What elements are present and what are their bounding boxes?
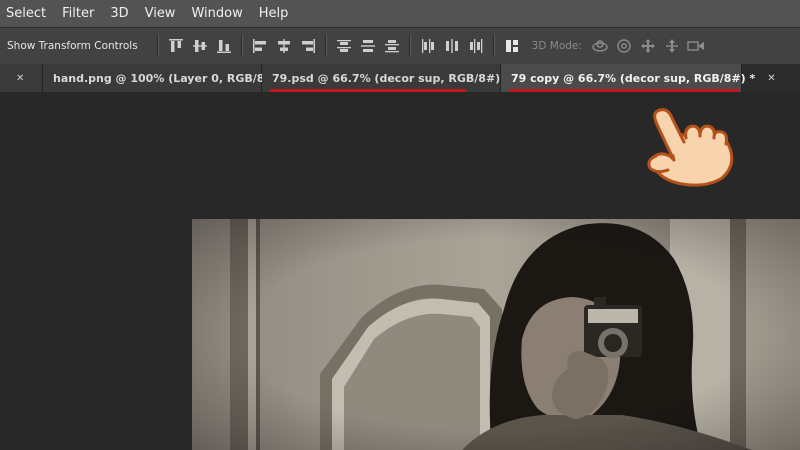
align-horizontal-centers-icon[interactable] <box>273 35 295 57</box>
document-image <box>192 219 800 450</box>
slide-3d-icon[interactable] <box>661 35 683 57</box>
show-transform-controls-label[interactable]: Show Transform Controls <box>7 40 138 52</box>
orbit-3d-icon[interactable] <box>589 35 611 57</box>
align-bottom-edges-icon[interactable] <box>213 35 235 57</box>
tab-label: 79 copy @ 66.7% (decor sup, RGB/8#) * <box>511 71 756 85</box>
vintage-photo-portrait <box>192 219 800 450</box>
align-left-edges-icon[interactable] <box>249 35 271 57</box>
close-icon[interactable]: ✕ <box>767 73 775 84</box>
divider <box>240 35 243 57</box>
distribute-top-edges-icon[interactable] <box>333 35 355 57</box>
divider <box>156 35 159 57</box>
menu-view[interactable]: View <box>137 6 184 21</box>
distribute-left-edges-icon[interactable] <box>417 35 439 57</box>
tab-previous-document[interactable]: ✕ <box>0 64 43 92</box>
tab-label: 79.psd @ 66.7% (decor sup, RGB/8#) * <box>272 71 510 85</box>
roll-3d-icon[interactable] <box>613 35 635 57</box>
scale-3d-icon[interactable] <box>685 35 707 57</box>
menu-select[interactable]: Select <box>0 6 54 21</box>
menu-filter[interactable]: Filter <box>54 6 102 21</box>
distribute-bottom-edges-icon[interactable] <box>381 35 403 57</box>
distribute-horizontal-centers-icon[interactable] <box>441 35 463 57</box>
tab-79-psd[interactable]: 79.psd @ 66.7% (decor sup, RGB/8#) * ✕ <box>262 64 530 92</box>
tab-79-copy[interactable]: 79 copy @ 66.7% (decor sup, RGB/8#) * ✕ <box>501 64 776 92</box>
menu-bar: Select Filter 3D View Window Help <box>0 0 800 27</box>
divider <box>408 35 411 57</box>
pan-3d-icon[interactable] <box>637 35 659 57</box>
options-bar: Show Transform Controls 3D Mode: <box>0 27 800 65</box>
distribute-right-edges-icon[interactable] <box>465 35 487 57</box>
3d-mode-label: 3D Mode: <box>531 40 582 52</box>
align-right-edges-icon[interactable] <box>297 35 319 57</box>
close-icon[interactable]: ✕ <box>16 73 24 84</box>
menu-3d[interactable]: 3D <box>102 6 136 21</box>
tab-hand-png[interactable]: hand.png @ 100% (Layer 0, RGB/8) ✕ <box>43 64 290 92</box>
menu-window[interactable]: Window <box>183 6 250 21</box>
distribute-vertical-centers-icon[interactable] <box>357 35 379 57</box>
pointing-hand-icon <box>642 104 746 192</box>
align-vertical-centers-icon[interactable] <box>189 35 211 57</box>
menu-help[interactable]: Help <box>251 6 297 21</box>
document-tab-bar: ✕ hand.png @ 100% (Layer 0, RGB/8) ✕ 79.… <box>0 64 800 92</box>
align-top-edges-icon[interactable] <box>165 35 187 57</box>
auto-align-layers-icon[interactable] <box>501 35 523 57</box>
divider <box>324 35 327 57</box>
divider <box>492 35 495 57</box>
tab-label: hand.png @ 100% (Layer 0, RGB/8) <box>53 71 270 85</box>
